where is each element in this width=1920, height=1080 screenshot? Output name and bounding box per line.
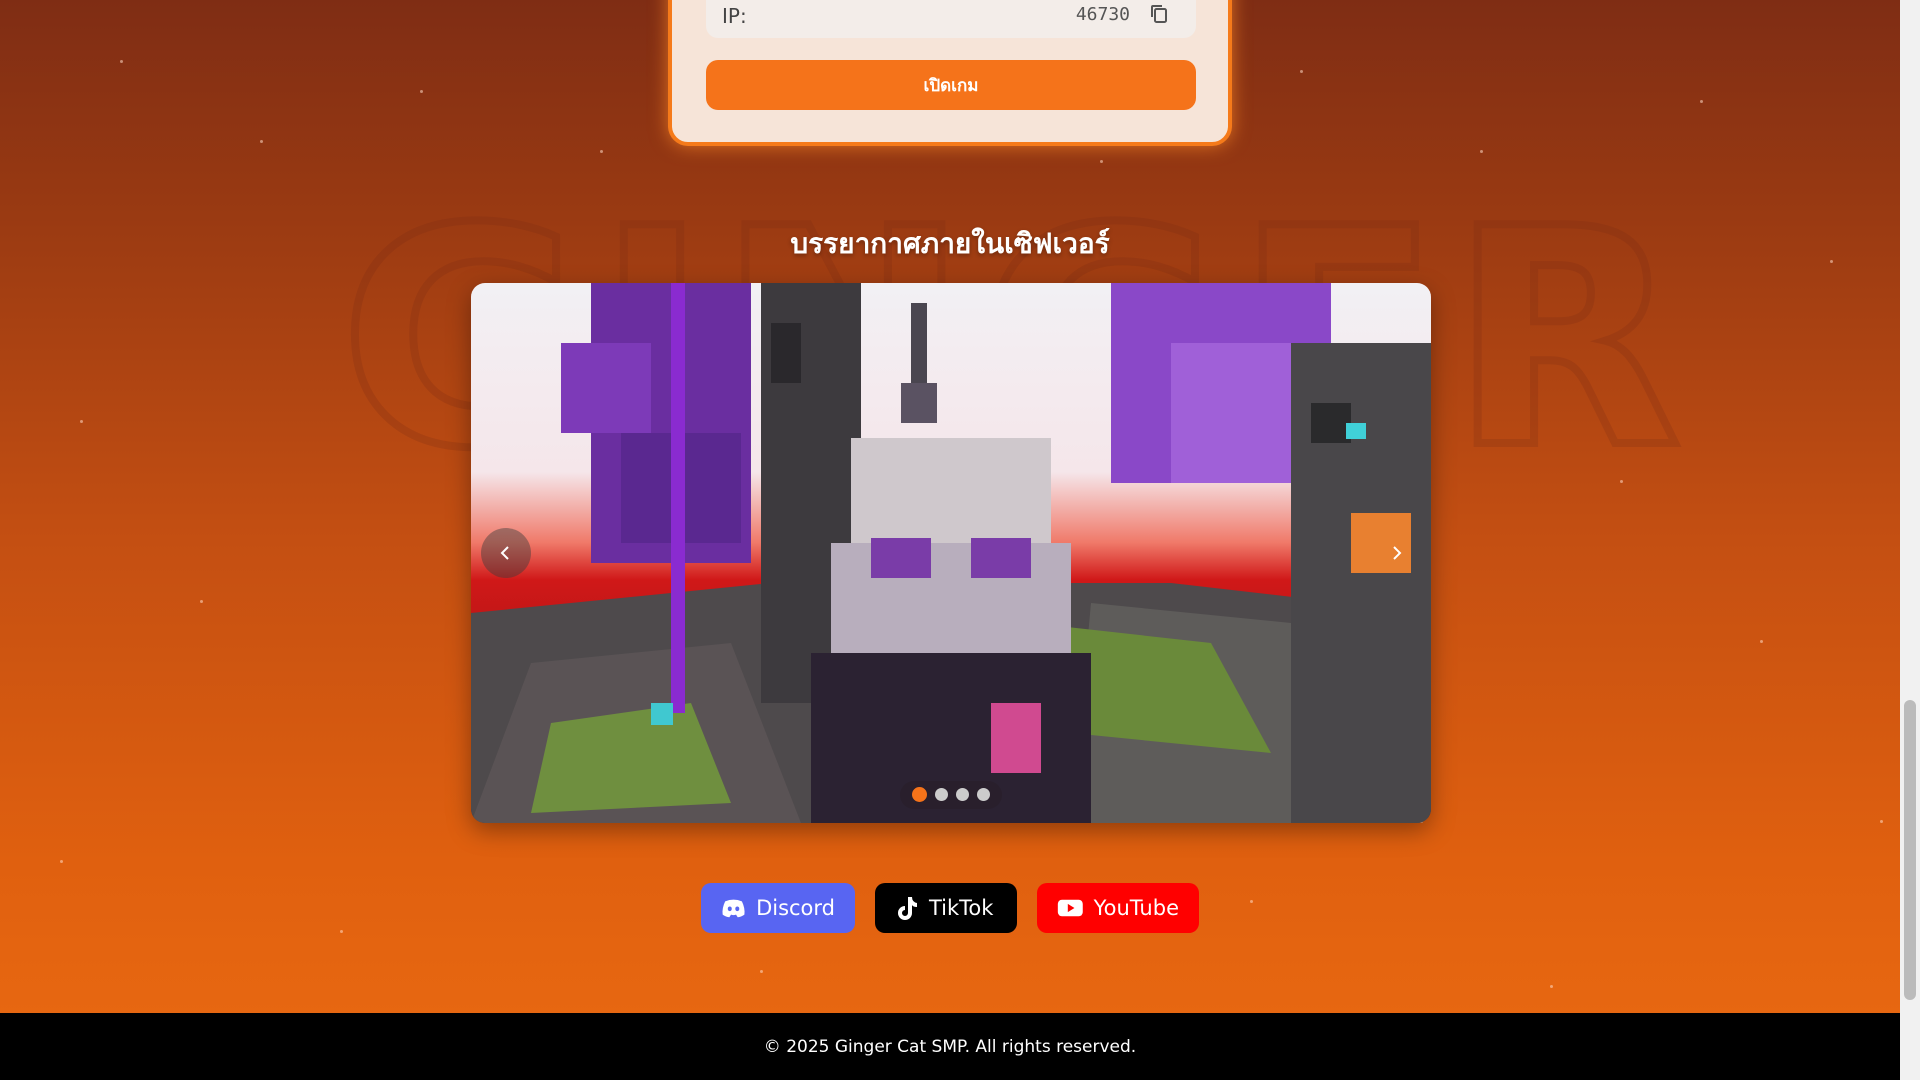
copy-icon[interactable]: [1148, 2, 1172, 26]
carousel-dot-4[interactable]: [977, 788, 990, 801]
chevron-right-icon: [1393, 546, 1402, 560]
ip-value: 46730: [1075, 4, 1130, 25]
server-info-card: IP: 46730 เปิดเกม: [668, 0, 1232, 146]
copyright-text: © 2025 Ginger Cat SMP. All rights reserv…: [763, 1036, 1137, 1057]
social-links: Discord TikTok YouTube: [0, 883, 1900, 933]
gallery-title: บรรยากาศภายในเซิฟเวอร์: [790, 227, 1110, 260]
tiktok-icon: [898, 897, 917, 920]
tiktok-button[interactable]: TikTok: [875, 883, 1017, 933]
page-scrollbar[interactable]: [1900, 0, 1920, 1080]
carousel-dot-2[interactable]: [935, 788, 948, 801]
youtube-icon: [1057, 899, 1083, 917]
discord-label: Discord: [756, 896, 835, 920]
ip-label: IP:: [722, 4, 747, 28]
scrollbar-thumb[interactable]: [1904, 700, 1916, 1000]
carousel-indicators: [900, 781, 1002, 809]
discord-button[interactable]: Discord: [701, 883, 855, 933]
screenshot-carousel[interactable]: [471, 283, 1431, 823]
carousel-prev-button[interactable]: [481, 528, 531, 578]
play-game-button[interactable]: เปิดเกม: [706, 60, 1196, 110]
carousel-dot-1[interactable]: [912, 787, 927, 802]
slide-image: [471, 283, 1431, 823]
youtube-label: YouTube: [1093, 896, 1179, 920]
discord-icon: [722, 899, 745, 918]
carousel-dot-3[interactable]: [956, 788, 969, 801]
youtube-button[interactable]: YouTube: [1037, 883, 1199, 933]
tiktok-label: TikTok: [929, 896, 994, 920]
carousel-next-button[interactable]: [1371, 528, 1421, 578]
server-ip-box: IP: 46730: [706, 0, 1196, 38]
chevron-left-icon: [500, 546, 509, 560]
page-footer: © 2025 Ginger Cat SMP. All rights reserv…: [0, 1013, 1900, 1080]
